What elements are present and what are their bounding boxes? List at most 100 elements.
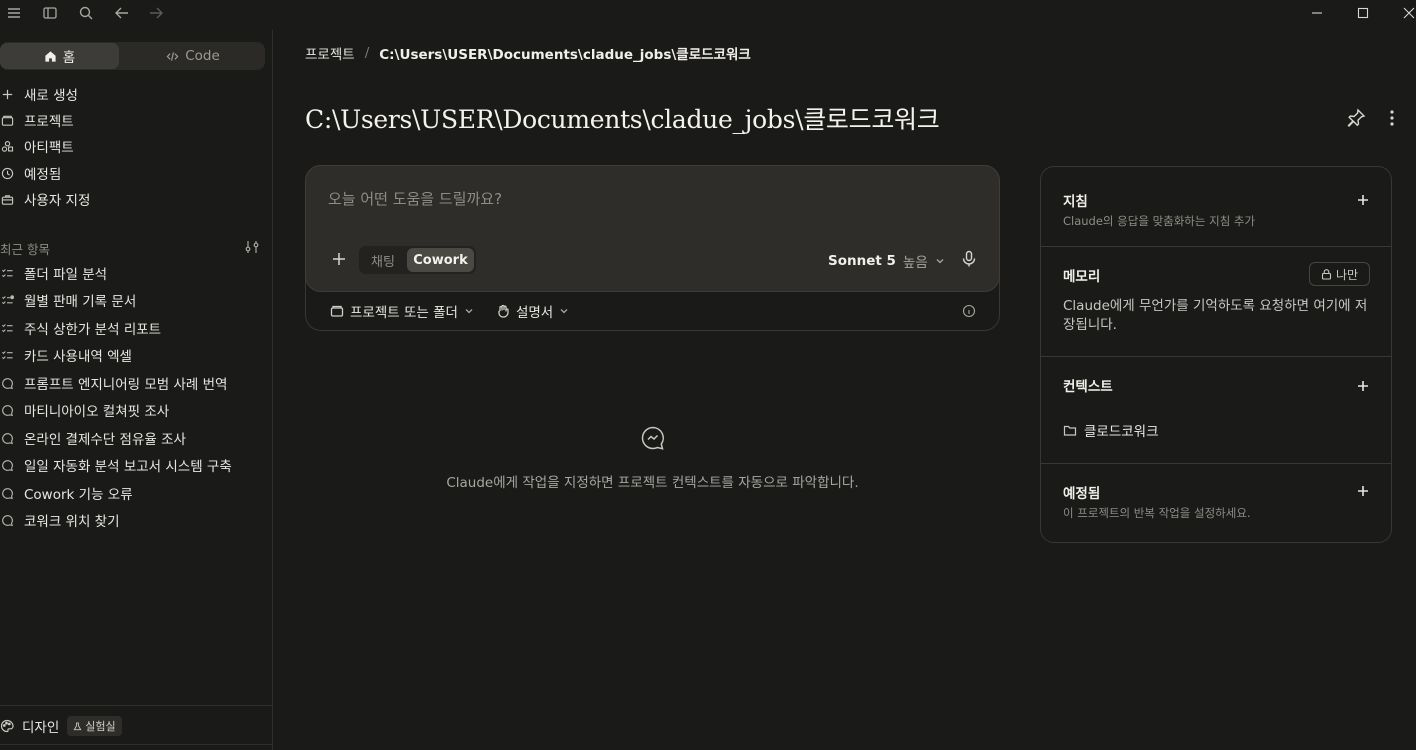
close-icon[interactable] [1398, 2, 1416, 24]
breadcrumb-root[interactable]: 프로젝트 [305, 43, 355, 63]
task-icon [0, 321, 14, 335]
back-arrow-icon[interactable] [111, 2, 133, 24]
recent-item[interactable]: 주식 상한가 분석 리포트 [0, 317, 161, 339]
microphone-icon[interactable] [960, 250, 978, 268]
recent-section-label: 최근 항목 [0, 242, 50, 257]
recent-item[interactable]: 월별 판매 기록 문서 [0, 289, 136, 311]
scheduled-subtitle: 이 프로젝트의 반복 작업을 설정하세요. [1063, 506, 1251, 520]
maximize-icon[interactable] [1352, 2, 1374, 24]
sidebar-item-design[interactable]: 디자인 실험실 [0, 716, 122, 736]
memory-private-button[interactable]: 나만 [1309, 262, 1370, 286]
chevron-down-icon [560, 309, 568, 314]
more-options-icon[interactable] [1383, 107, 1401, 129]
tab-cowork[interactable]: Cowork [407, 248, 474, 272]
task-icon [0, 266, 14, 280]
context-title: 컨텍스트 [1063, 379, 1113, 395]
add-scheduled-icon[interactable] [1355, 483, 1371, 499]
recent-item-label: 온라인 결제수단 점유율 조사 [24, 432, 186, 448]
chat-bubble-icon [0, 458, 14, 472]
sidebar-item-label: 예정됨 [24, 167, 62, 183]
sidebar-toggle-icon[interactable] [39, 2, 61, 24]
page-title: C:\Users\USER\Documents\cladue_jobs\클로드코… [305, 105, 940, 134]
add-context-icon[interactable] [1355, 378, 1371, 394]
add-attachment-icon[interactable] [330, 250, 348, 268]
scheduled-title: 예정됨 [1063, 486, 1101, 502]
chevron-down-icon [465, 309, 473, 314]
sidebar-divider [0, 744, 273, 745]
pin-icon[interactable] [1345, 107, 1367, 129]
recent-item-label: 마티니아이오 컬쳐핏 조사 [24, 404, 170, 420]
sidebar-item-projects[interactable]: 프로젝트 [0, 109, 74, 131]
add-instructions-icon[interactable] [1355, 192, 1371, 208]
info-icon[interactable] [962, 303, 976, 318]
mode-toggle: 홈 Code [0, 42, 265, 70]
mode-code-button[interactable]: Code [121, 43, 265, 69]
instructions-title: 지침 [1063, 194, 1088, 210]
mode-code-label: Code [185, 48, 220, 64]
sidebar-item-label: 아티팩트 [24, 140, 74, 156]
mode-home-button[interactable]: 홈 [0, 43, 119, 69]
title-bar [0, 0, 1416, 26]
sidebar-item-label: 사용자 지정 [24, 193, 91, 209]
recent-item[interactable]: 프롬프트 엔지니어링 모범 사례 번역 [0, 372, 227, 394]
context-folder-item[interactable]: 클로드코워크 [1063, 420, 1159, 440]
sidebar-item-customize[interactable]: 사용자 지정 [0, 188, 90, 210]
recent-item-label: 코워크 위치 찾기 [24, 514, 120, 530]
memory-body: Claude에게 무언가를 기억하도록 요청하면 여기에 저장됩니다. [1063, 298, 1368, 333]
recent-item-label: 주식 상한가 분석 리포트 [24, 322, 162, 338]
recent-item[interactable]: 온라인 결제수단 점유율 조사 [0, 427, 186, 449]
recent-item[interactable]: 코워크 위치 찾기 [0, 509, 120, 531]
recent-item[interactable]: 마티니아이오 컬쳐핏 조사 [0, 399, 169, 421]
sidebar-item-artifacts[interactable]: 아티팩트 [0, 135, 74, 157]
recent-item[interactable]: 폴더 파일 분석 [0, 262, 107, 284]
task-icon [0, 348, 14, 362]
folder-icon [1063, 425, 1077, 436]
chat-bubble-icon [0, 403, 14, 417]
breadcrumb-current: C:\Users\USER\Documents\cladue_jobs\클로드코… [379, 47, 751, 63]
search-icon[interactable] [75, 2, 97, 24]
tab-chat[interactable]: 채팅 [359, 246, 407, 274]
model-selector[interactable]: Sonnet 5 높음 [828, 251, 945, 271]
mode-segmented-control: 채팅 Cowork [359, 246, 476, 274]
minimize-icon[interactable] [1306, 2, 1328, 24]
project-side-panel: 지침 Claude의 응답을 맞춤화하는 지침 추가 메모리 나만 Claude… [1040, 166, 1392, 543]
code-icon [166, 51, 179, 61]
empty-state-text: Claude에게 작업을 지정하면 프로젝트 컨텍스트를 자동으로 파악합니다. [446, 475, 859, 491]
sidebar-item-scheduled[interactable]: 예정됨 [0, 162, 61, 184]
memory-section: 메모리 나만 Claude에게 무언가를 기억하도록 요청하면 여기에 저장됩니… [1041, 247, 1391, 357]
recent-item[interactable]: Cowork 기능 오류 [0, 482, 133, 504]
memory-private-label: 나만 [1335, 267, 1359, 282]
recent-item-label: 카드 사용내역 엑셀 [24, 349, 132, 365]
memory-title: 메모리 [1063, 269, 1101, 285]
model-level: 높음 [902, 255, 928, 271]
context-folder-label: 클로드코워크 [1084, 424, 1159, 440]
flask-icon [73, 721, 82, 730]
mode-home-label: 홈 [62, 50, 76, 66]
palette-icon [0, 719, 14, 733]
composer-input[interactable]: 오늘 어떤 도움을 드릴까요? [328, 188, 502, 209]
chat-bubble-icon [640, 425, 666, 451]
instructions-selector[interactable]: 설명서 [516, 301, 553, 321]
recent-item-label: 월별 판매 기록 문서 [24, 294, 137, 310]
chat-bubble-icon [0, 376, 14, 390]
menu-icon[interactable] [3, 2, 25, 24]
sidebar-item-label: 새로 생성 [24, 88, 78, 104]
breadcrumb: 프로젝트 / C:\Users\USER\Documents\cladue_jo… [305, 43, 751, 63]
scheduled-section: 예정됨 이 프로젝트의 반복 작업을 설정하세요. [1041, 464, 1391, 542]
hand-icon [498, 304, 509, 318]
filter-icon[interactable] [244, 239, 260, 255]
recent-item-label: 일일 자동화 분석 보고서 시스템 구축 [24, 459, 232, 475]
instructions-subtitle: Claude의 응답을 맞춤화하는 지침 추가 [1063, 214, 1256, 228]
sidebar: 홈 Code 새로 생성 프로젝트 아티팩트 예정됨 사용자 지정 최근 항목 … [0, 30, 273, 750]
plus-icon [0, 87, 14, 101]
forward-arrow-icon[interactable] [145, 2, 167, 24]
recent-item-label: 폴더 파일 분석 [24, 267, 108, 283]
recent-item[interactable]: 일일 자동화 분석 보고서 시스템 구축 [0, 454, 232, 476]
sidebar-item-new[interactable]: 새로 생성 [0, 83, 78, 105]
project-folder-selector[interactable]: 프로젝트 또는 폴더 [350, 301, 458, 321]
briefcase-icon [0, 192, 14, 206]
design-label: 디자인 [22, 720, 60, 736]
recent-item-label: Cowork 기능 오류 [24, 487, 133, 503]
chat-bubble-icon [0, 486, 14, 500]
recent-item[interactable]: 카드 사용내역 엑셀 [0, 344, 132, 366]
